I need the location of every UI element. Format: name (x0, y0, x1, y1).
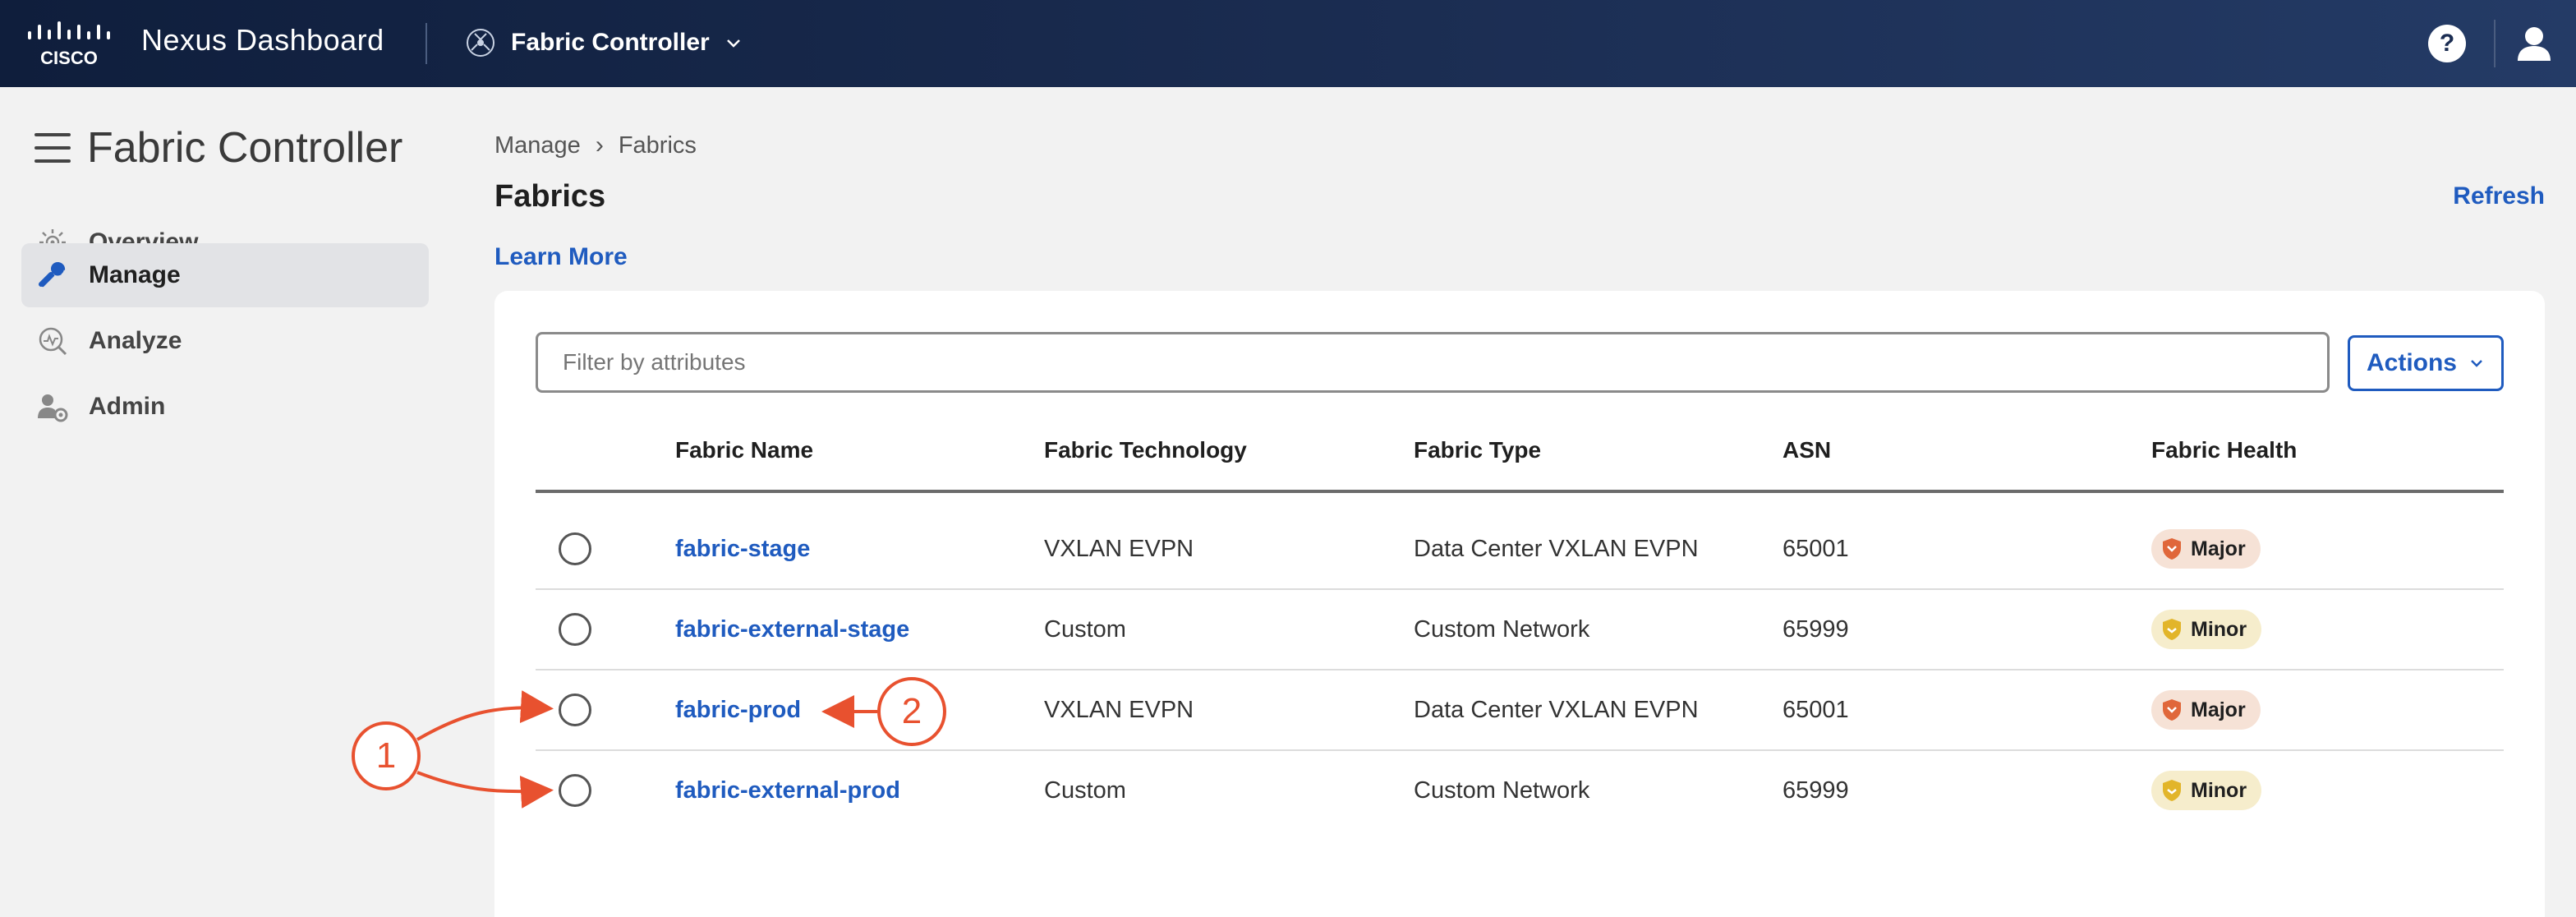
annotation-callout-1: 1 (352, 721, 421, 790)
analyze-icon (39, 327, 67, 356)
breadcrumb-separator: › (595, 131, 604, 159)
fabric-type-cell: Data Center VXLAN EVPN (1414, 697, 1699, 723)
product-name: Nexus Dashboard (141, 23, 384, 57)
sidebar-item-admin[interactable]: Admin (21, 375, 429, 439)
asn-cell: 65001 (1782, 536, 1849, 562)
fabrics-card: Actions Fabric Name Fabric Technology Fa… (494, 291, 2545, 917)
top-bar: CISCO Nexus Dashboard Fabric Controller … (0, 0, 2576, 87)
topbar-divider (2494, 20, 2496, 67)
table-row[interactable]: fabric-external-stage Custom Custom Netw… (536, 590, 2504, 670)
table-header: Fabric Name Fabric Technology Fabric Typ… (536, 411, 2504, 493)
row-select-radio[interactable] (559, 613, 591, 646)
health-label: Minor (2191, 617, 2247, 641)
actions-label: Actions (2366, 349, 2457, 376)
fabrics-table: Fabric Name Fabric Technology Fabric Typ… (536, 411, 2504, 832)
fabric-name-link[interactable]: fabric-external-prod (675, 777, 900, 804)
shield-minor-icon (2163, 780, 2181, 801)
chevron-down-icon (726, 39, 740, 48)
column-header-fabric-technology[interactable]: Fabric Technology (1044, 437, 1247, 463)
shield-minor-icon (2163, 619, 2181, 640)
sidebar-item-label: Analyze (89, 327, 182, 354)
svg-text:CISCO: CISCO (40, 48, 98, 67)
sidebar-item-label: Manage (89, 261, 181, 288)
fabric-technology-cell: VXLAN EVPN (1044, 536, 1194, 562)
column-header-fabric-type[interactable]: Fabric Type (1414, 437, 1541, 463)
sidebar-item-label: Admin (89, 393, 166, 420)
column-header-fabric-health[interactable]: Fabric Health (2151, 437, 2297, 463)
refresh-link[interactable]: Refresh (2453, 182, 2545, 210)
column-header-asn[interactable]: ASN (1782, 437, 1831, 463)
shield-major-icon (2163, 699, 2181, 721)
health-badge-minor: Minor (2151, 771, 2262, 810)
sidebar-title: Fabric Controller (87, 124, 403, 172)
filter-input[interactable] (536, 332, 2330, 393)
fabric-name-link[interactable]: fabric-stage (675, 536, 810, 563)
row-select-radio[interactable] (559, 694, 591, 726)
health-badge-major: Major (2151, 690, 2261, 730)
page-title: Fabrics (494, 179, 606, 214)
table-row[interactable]: fabric-stage VXLAN EVPN Data Center VXLA… (536, 509, 2504, 590)
table-row[interactable]: fabric-external-prod Custom Custom Netwo… (536, 751, 2504, 832)
sidebar-item-manage[interactable]: Manage (21, 243, 429, 307)
breadcrumb: Manage › Fabrics (494, 131, 697, 159)
hamburger-menu-icon[interactable] (34, 131, 71, 164)
chevron-down-icon (2471, 360, 2482, 367)
fabric-name-link[interactable]: fabric-external-stage (675, 616, 909, 643)
fabric-technology-cell: Custom (1044, 777, 1126, 804)
user-icon[interactable] (2514, 23, 2555, 64)
fabric-type-cell: Custom Network (1414, 777, 1590, 804)
breadcrumb-fabrics: Fabrics (618, 131, 697, 159)
learn-more-link[interactable]: Learn More (494, 243, 628, 271)
health-label: Major (2191, 537, 2246, 560)
row-select-radio[interactable] (559, 774, 591, 807)
cisco-logo-icon[interactable]: CISCO (26, 21, 112, 67)
health-label: Major (2191, 698, 2246, 721)
admin-icon (38, 394, 68, 422)
fabric-name-link[interactable]: fabric-prod (675, 697, 801, 724)
shield-major-icon (2163, 538, 2181, 560)
asn-cell: 65001 (1782, 697, 1849, 723)
health-label: Minor (2191, 778, 2247, 802)
fabric-type-cell: Custom Network (1414, 616, 1590, 643)
fabric-technology-cell: Custom (1044, 616, 1126, 643)
asn-cell: 65999 (1782, 616, 1849, 643)
column-header-fabric-name[interactable]: Fabric Name (675, 437, 813, 463)
fabric-controller-icon (467, 29, 494, 57)
actions-button[interactable]: Actions (2348, 335, 2504, 391)
sidebar-item-analyze[interactable]: Analyze (21, 309, 429, 373)
row-select-radio[interactable] (559, 532, 591, 565)
wrench-icon (39, 262, 66, 288)
health-badge-major: Major (2151, 529, 2261, 569)
breadcrumb-manage[interactable]: Manage (494, 132, 581, 159)
topbar-divider (426, 23, 427, 64)
annotation-callout-2: 2 (877, 677, 946, 746)
help-button[interactable]: ? (2428, 25, 2466, 62)
sidebar-header: Fabric Controller (34, 123, 402, 173)
table-row[interactable]: fabric-prod VXLAN EVPN Data Center VXLAN… (536, 670, 2504, 751)
sidebar: Fabric Controller Overview Manage Analyz… (0, 87, 450, 917)
fabric-type-cell: Data Center VXLAN EVPN (1414, 536, 1699, 562)
app-switcher[interactable]: Fabric Controller (465, 25, 743, 61)
health-badge-minor: Minor (2151, 610, 2262, 649)
app-name: Fabric Controller (511, 29, 710, 56)
fabric-technology-cell: VXLAN EVPN (1044, 697, 1194, 723)
asn-cell: 65999 (1782, 777, 1849, 804)
